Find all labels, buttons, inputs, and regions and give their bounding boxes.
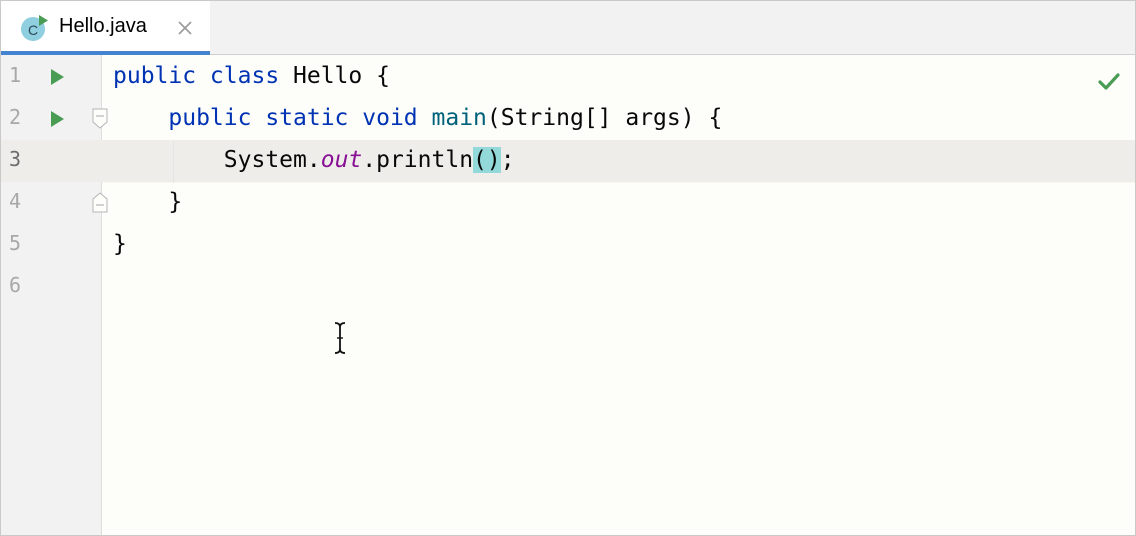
gutter-line: 5 [1,224,1135,266]
line-number: 6 [9,273,22,297]
close-icon[interactable] [175,18,195,38]
tab-label: Hello.java [59,15,147,37]
code-line-1[interactable]: public class Hello { [113,55,390,97]
editor-tab-bar: C Hello.java [1,1,1135,55]
code-token: } [113,189,183,215]
editor-window: C Hello.java 1 2 3 4 5 6 public class He… [0,0,1136,536]
code-line-3[interactable]: System.out.println(); [113,139,515,181]
code-line-5[interactable]: } [113,223,127,265]
text-cursor-icon [334,322,346,354]
code-token: public class [113,63,294,89]
line-number: 1 [9,63,22,87]
fold-end-icon[interactable] [91,191,109,213]
run-icon[interactable] [48,68,66,86]
editor-gutter: 1 2 3 4 5 6 [1,55,1135,535]
line-number: 5 [9,231,22,255]
code-token: ; [500,147,515,173]
java-class-icon: C [21,15,48,41]
code-token: .println [362,147,474,173]
line-number: 4 [9,189,22,213]
code-token: } [113,231,127,257]
class-icon-letter: C [28,22,38,38]
run-icon[interactable] [48,110,66,128]
fold-collapse-icon[interactable] [91,108,109,130]
line-number: 2 [9,105,22,129]
line-number: 3 [9,147,22,171]
code-token: (String[] args) { [486,105,723,131]
matched-paren-highlight: () [473,147,501,173]
code-token: public static void [168,105,432,131]
code-line-4[interactable]: } [113,181,182,223]
code-token: main [431,105,487,131]
code-token: out [320,147,363,173]
code-token: Hello { [293,63,390,89]
code-token: System. [113,147,321,173]
code-line-2[interactable]: public static void main(String[] args) { [113,97,722,139]
tab-hello-java[interactable]: C Hello.java [1,1,210,55]
check-icon[interactable] [1098,72,1120,92]
gutter-line: 6 [1,266,1135,308]
